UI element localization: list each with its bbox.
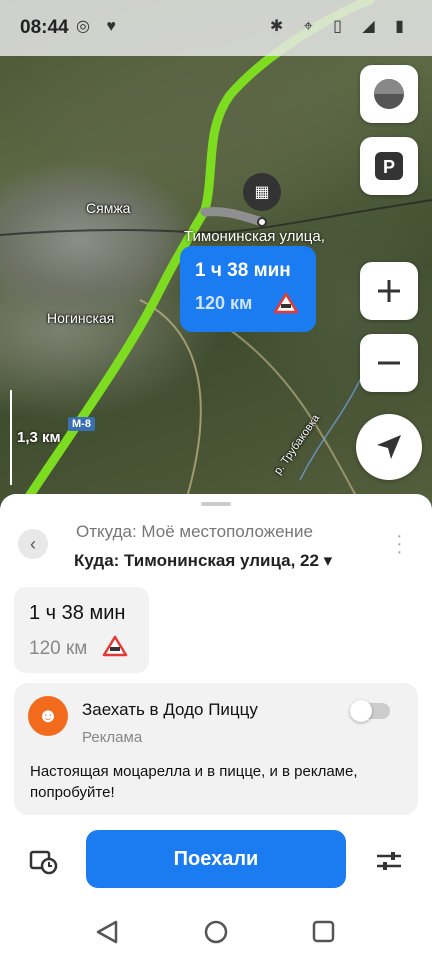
navigation-arrow-icon	[377, 435, 401, 459]
zoom-in-button[interactable]	[360, 262, 418, 320]
ad-label: Реклама	[82, 729, 143, 746]
parking-button[interactable]: P	[360, 137, 418, 195]
plus-icon	[378, 280, 400, 302]
go-button[interactable]: Поехали	[86, 830, 346, 888]
nav-recents-icon	[312, 920, 335, 943]
warning-road-icon	[102, 635, 128, 662]
nav-back-icon	[96, 920, 118, 944]
ad-text: Настоящая моцарелла и в пицце, и в рекла…	[30, 763, 358, 801]
notification-icons: ◎ ♥	[76, 18, 122, 35]
status-bar: 08:44 ◎ ♥ ✱ ⌖ ▯ ◢ ▮	[0, 0, 432, 56]
route-bubble-distance: 120 км	[195, 293, 253, 313]
toggle-knob	[350, 700, 372, 722]
place-label-noginskaya: Ногинская	[47, 310, 115, 326]
chevron-left-icon: ‹	[30, 533, 36, 554]
back-button[interactable]: ‹	[18, 529, 48, 559]
ad-card[interactable]: ☻ Заехать в Додо Пиццу Реклама Настоящая…	[14, 683, 418, 815]
ad-stop-toggle[interactable]	[350, 700, 390, 722]
my-location-button[interactable]	[356, 414, 422, 480]
route-bubble-time: 1 ч 38 мин	[195, 260, 291, 281]
warning-road-icon	[273, 292, 299, 319]
parking-icon: P	[375, 152, 403, 180]
map-view[interactable]: Сямжа Ногинская М-8 р. Трубаковка 1,3 км…	[0, 0, 432, 540]
route-card-time: 1 ч 38 мин	[29, 602, 126, 624]
route-settings-button[interactable]	[374, 846, 404, 876]
layers-button[interactable]	[360, 65, 418, 123]
scale-label: 1,3 км	[17, 429, 61, 446]
nav-home-icon	[204, 920, 228, 944]
layers-icon	[374, 79, 404, 109]
place-label-syamzha: Сямжа	[86, 200, 131, 216]
destination-building-icon[interactable]: ▦	[243, 173, 281, 211]
to-field[interactable]: Куда: Тимонинская улица, 22 ▾	[74, 551, 332, 571]
route-sheet: ‹ Откуда: Моё местоположение Куда: Тимон…	[0, 494, 432, 960]
ad-title: Заехать в Додо Пиццу	[82, 700, 258, 719]
route-bubble[interactable]: 1 ч 38 мин 120 км	[180, 246, 316, 332]
route-card-distance: 120 км	[29, 638, 88, 659]
android-nav-bar	[0, 900, 432, 960]
sliders-icon	[377, 852, 401, 870]
scale-bar	[10, 390, 12, 485]
status-time: 08:44	[20, 17, 69, 38]
sheet-handle[interactable]	[201, 502, 231, 506]
road-shield: М-8	[68, 417, 95, 431]
system-icons: ✱ ⌖ ▯ ◢ ▮	[269, 18, 412, 35]
history-button[interactable]	[28, 846, 58, 876]
route-option-card[interactable]: 1 ч 38 мин 120 км	[14, 587, 149, 673]
more-menu-icon[interactable]: · · ·	[396, 526, 403, 562]
history-icon	[29, 850, 58, 875]
svg-text:P: P	[383, 157, 395, 177]
dodo-logo-icon: ☻	[28, 696, 68, 736]
destination-label: Тимонинская улица,	[184, 228, 325, 245]
minus-icon	[378, 361, 400, 365]
from-field[interactable]: Откуда: Моё местоположение	[76, 522, 313, 542]
zoom-out-button[interactable]	[360, 334, 418, 392]
